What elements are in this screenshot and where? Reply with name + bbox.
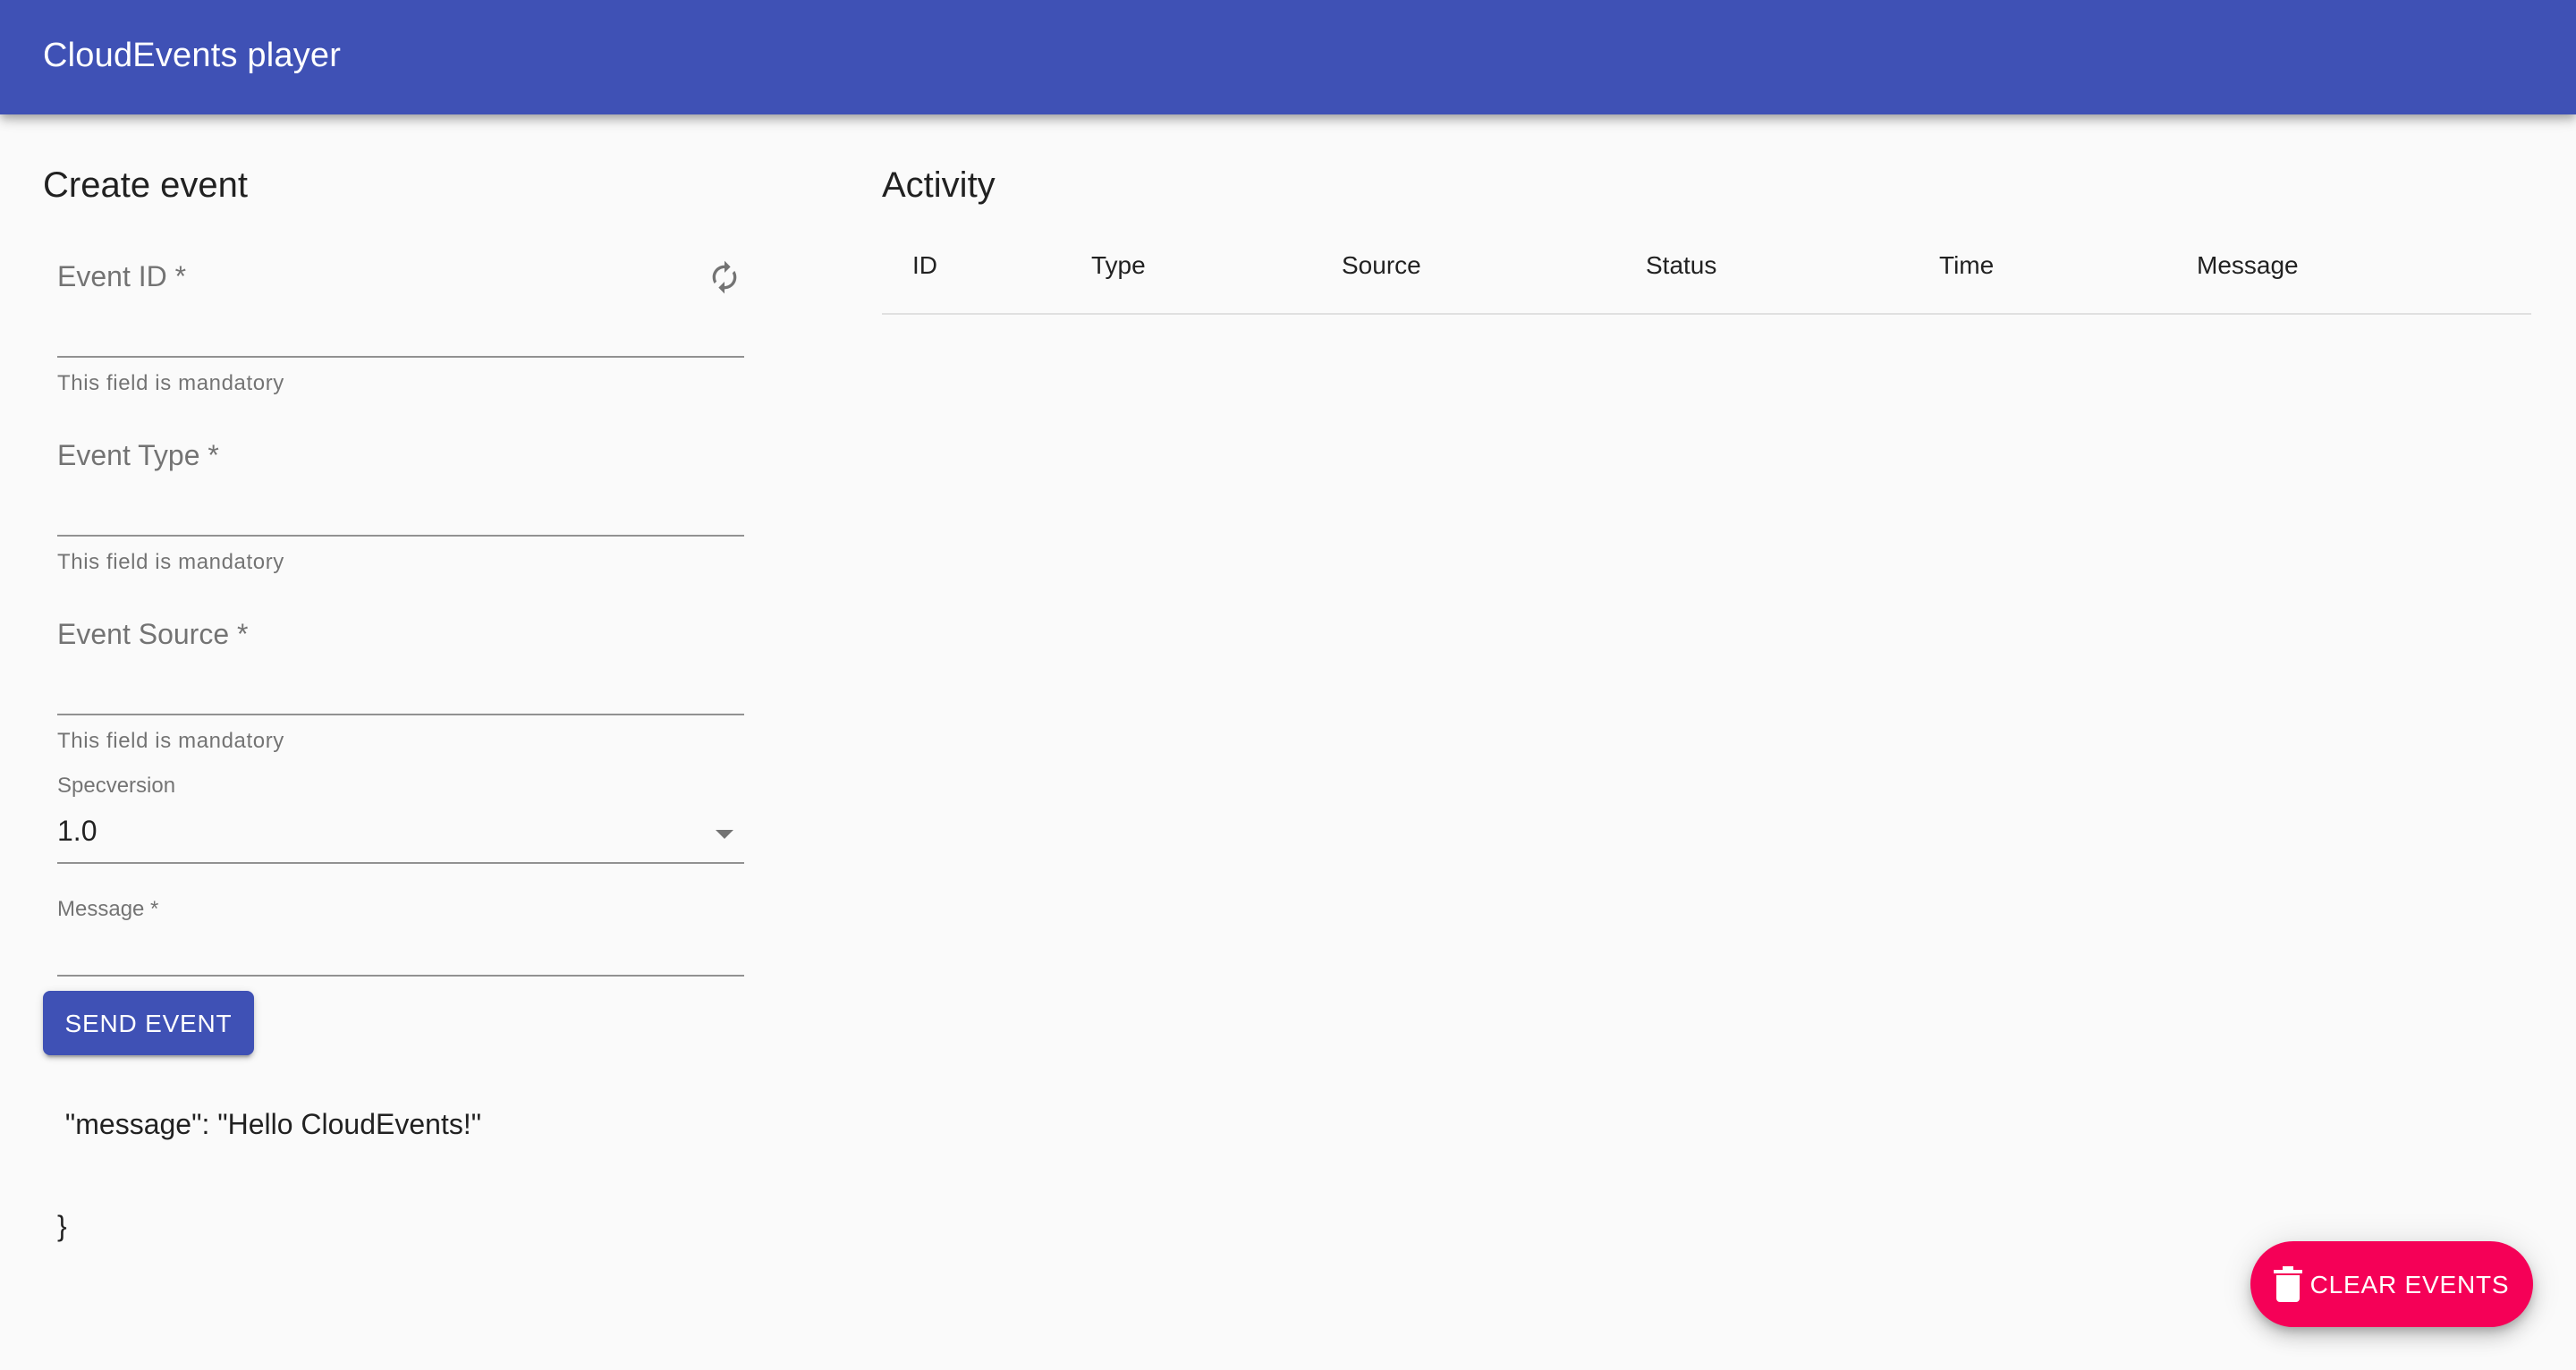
column-header-type: Type <box>1091 250 1146 279</box>
column-header-message: Message <box>2197 250 2299 279</box>
dropdown-arrow-icon[interactable] <box>716 830 733 839</box>
clear-events-label: CLEAR EVENTS <box>2309 1270 2510 1298</box>
event-type-underline <box>57 535 744 537</box>
clear-events-button[interactable]: CLEAR EVENTS <box>2250 1241 2533 1327</box>
event-id-helper: This field is mandatory <box>57 370 284 395</box>
refresh-icon[interactable] <box>707 259 742 295</box>
event-type-helper: This field is mandatory <box>57 549 284 574</box>
app-root: CloudEvents player Create event Event ID… <box>0 0 2576 1370</box>
event-type-placeholder: Event Type * <box>57 442 219 472</box>
column-header-id: ID <box>912 250 937 279</box>
column-header-time: Time <box>1939 250 1995 279</box>
column-header-status: Status <box>1646 250 1717 279</box>
message-textarea[interactable]: Message * { "message": "Hello CloudEvent… <box>57 896 744 1243</box>
event-id-underline <box>57 356 744 358</box>
event-source-underline <box>57 714 744 715</box>
app-title: CloudEvents player <box>43 38 342 75</box>
trash-icon <box>2274 1266 2303 1302</box>
send-event-button[interactable]: SEND EVENT <box>43 991 254 1055</box>
event-source-field[interactable]: Event Source * This field is mandatory <box>57 619 744 753</box>
create-event-title: Create event <box>43 166 249 206</box>
event-source-helper: This field is mandatory <box>57 728 284 753</box>
message-label: Message * <box>57 896 159 921</box>
column-header-source: Source <box>1342 250 1421 279</box>
specversion-label: Specversion <box>57 773 176 798</box>
activity-table-divider <box>882 313 2531 315</box>
event-id-placeholder: Event ID * <box>57 263 187 293</box>
event-id-field[interactable]: Event ID * This field is mandatory <box>57 259 744 395</box>
specversion-underline <box>57 862 744 864</box>
activity-title: Activity <box>882 166 996 206</box>
event-source-placeholder: Event Source * <box>57 621 249 651</box>
specversion-value[interactable]: 1.0 <box>57 816 97 850</box>
message-underline <box>57 975 744 977</box>
specversion-select[interactable]: Specversion 1.0 <box>57 773 744 866</box>
app-bar: CloudEvents player <box>0 0 2576 114</box>
activity-table-header: ID Type Source Status Time Message <box>882 229 2531 315</box>
message-line: } <box>57 1213 67 1243</box>
message-line: "message": "Hello CloudEvents!" <box>57 1111 482 1141</box>
event-type-field[interactable]: Event Type * This field is mandatory <box>57 440 744 574</box>
